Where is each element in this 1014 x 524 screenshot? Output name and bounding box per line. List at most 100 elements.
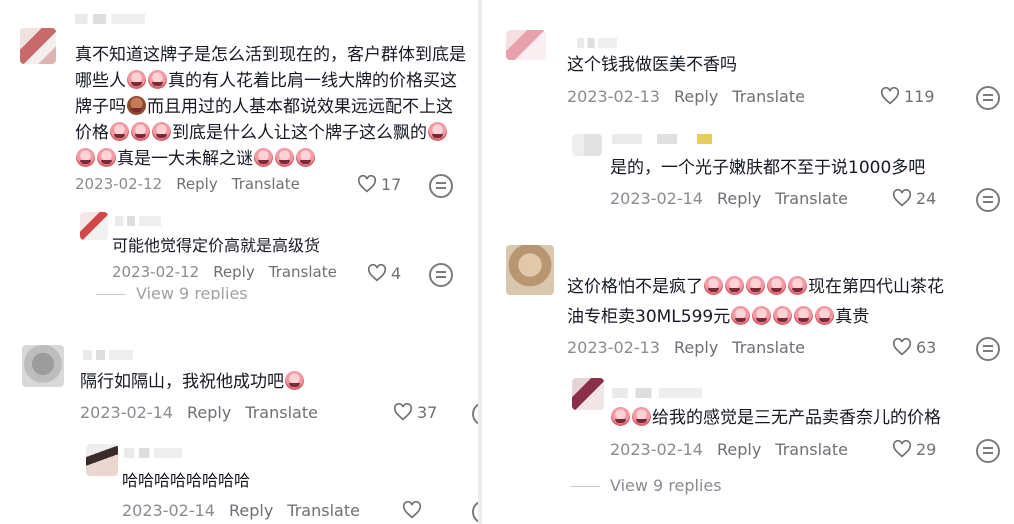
- comment-meta: 2023-02-14 Reply Translate: [80, 403, 332, 422]
- dislike-icon[interactable]: [976, 439, 1000, 463]
- like-button[interactable]: 24: [892, 189, 936, 208]
- comment-text: 隔行如隔山，我祝他成功吧: [80, 369, 305, 395]
- reply-button[interactable]: Reply: [674, 338, 718, 357]
- avatar[interactable]: [506, 30, 546, 60]
- avatar[interactable]: [506, 245, 554, 295]
- like-button[interactable]: 4: [367, 264, 401, 283]
- heart-icon: [402, 501, 422, 519]
- comment-text-part: 真贵: [835, 307, 870, 327]
- view-replies-link[interactable]: View 9 replies: [570, 476, 722, 495]
- comment-date: 2023-02-14: [80, 403, 173, 422]
- translate-button[interactable]: Translate: [732, 87, 805, 106]
- comment-text-part: 到底是什么人让这个牌子这么飘的: [172, 123, 427, 143]
- username-blurred[interactable]: [577, 38, 617, 48]
- comment-line-1: 真不知道这牌子是怎么活到现在的，客户群体到底是: [75, 45, 466, 65]
- crying-emoji-icon: [254, 148, 273, 167]
- comment-meta: 2023-02-12 Reply Translate: [75, 175, 314, 193]
- translate-button[interactable]: Translate: [232, 175, 300, 193]
- avatar[interactable]: [572, 134, 602, 156]
- reply-button[interactable]: Reply: [213, 263, 255, 281]
- translate-button[interactable]: Translate: [732, 338, 805, 357]
- avatar[interactable]: [86, 444, 118, 476]
- crying-emoji-icon: [285, 371, 304, 390]
- like-button[interactable]: 17: [357, 175, 401, 194]
- heart-icon: [357, 175, 377, 193]
- heart-icon: [367, 264, 387, 282]
- username-blurred[interactable]: [612, 134, 712, 144]
- crying-emoji-icon: [110, 122, 129, 141]
- reply-text: 可能他觉得定价高就是高级货: [112, 236, 321, 255]
- reply-button[interactable]: Reply: [717, 189, 761, 208]
- crying-emoji-icon: [611, 407, 630, 426]
- translate-button[interactable]: Translate: [287, 501, 360, 520]
- right-screenshot-panel: 这个钱我做医美不香吗 2023-02-13 Reply Translate 119 …: [482, 0, 1014, 524]
- username-blurred[interactable]: [83, 350, 133, 360]
- avatar[interactable]: [80, 212, 108, 240]
- username-blurred[interactable]: [75, 14, 145, 24]
- crying-emoji-icon: [725, 276, 744, 295]
- like-count: 63: [916, 338, 937, 357]
- avatar[interactable]: [22, 345, 64, 387]
- reply-button[interactable]: Reply: [674, 87, 718, 106]
- avatar[interactable]: [20, 28, 56, 64]
- heart-icon: [892, 189, 912, 207]
- crying-emoji-icon: [767, 276, 786, 295]
- crying-emoji-icon: [752, 306, 772, 325]
- reply-date: 2023-02-14: [610, 440, 703, 459]
- comment-text-part: 真的有人花着比肩一线大牌的价格买这: [168, 71, 457, 91]
- reply-meta: 2023-02-12 Reply Translate: [112, 263, 351, 281]
- translate-button[interactable]: Translate: [775, 189, 848, 208]
- reply-text: 是的，一个光子嫩肤都不至于说1000多吧: [610, 158, 926, 178]
- view-replies-link[interactable]: View 9 replies: [96, 284, 248, 300]
- comment-text-part: 隔行如隔山，我祝他成功吧: [80, 372, 284, 392]
- like-button[interactable]: 29: [892, 440, 936, 459]
- reply-button[interactable]: Reply: [229, 501, 273, 520]
- crying-emoji-icon: [97, 148, 116, 167]
- translate-button[interactable]: Translate: [245, 403, 318, 422]
- username-blurred[interactable]: [115, 216, 161, 226]
- crying-emoji-icon: [632, 407, 651, 426]
- dislike-icon[interactable]: [429, 174, 453, 198]
- reply-button[interactable]: Reply: [187, 403, 231, 422]
- reply-meta: 2023-02-14 Reply Translate: [122, 501, 374, 520]
- comment-text-part: 真是一大未解之谜: [117, 149, 253, 169]
- reply-date: 2023-02-14: [122, 501, 215, 520]
- reply-button[interactable]: Reply: [176, 175, 218, 193]
- like-button[interactable]: 119: [880, 87, 935, 106]
- dislike-icon[interactable]: [976, 86, 1000, 110]
- poop-emoji-icon: [127, 96, 146, 115]
- comment-date: 2023-02-12: [75, 175, 163, 193]
- crying-emoji-icon: [773, 306, 793, 325]
- crying-emoji-icon: [127, 70, 146, 89]
- avatar[interactable]: [572, 378, 604, 410]
- comment-text-part: 牌子吗: [75, 97, 126, 117]
- dislike-icon[interactable]: [976, 188, 1000, 212]
- reply-text: 哈哈哈哈哈哈哈哈: [122, 471, 251, 490]
- comment-meta: 2023-02-13 Reply Translate: [567, 87, 819, 106]
- heart-icon: [892, 440, 912, 458]
- dislike-icon[interactable]: [429, 263, 453, 287]
- like-count: 29: [916, 440, 937, 459]
- username-blurred[interactable]: [612, 388, 702, 398]
- comment-text-part: 价格: [75, 123, 109, 143]
- reply-button[interactable]: Reply: [717, 440, 761, 459]
- like-button[interactable]: 63: [892, 338, 936, 357]
- like-button[interactable]: 37: [393, 403, 437, 422]
- comment-date: 2023-02-13: [567, 338, 660, 357]
- crying-emoji-icon: [76, 148, 95, 167]
- reply-meta: 2023-02-14 Reply Translate: [610, 189, 862, 208]
- heart-icon: [892, 338, 912, 356]
- comment-text-part: 哪些人: [75, 71, 126, 91]
- username-blurred[interactable]: [124, 448, 182, 458]
- crying-emoji-icon: [731, 306, 751, 325]
- like-count: 119: [904, 87, 935, 106]
- translate-button[interactable]: Translate: [775, 440, 848, 459]
- reply-date: 2023-02-14: [610, 189, 703, 208]
- like-button[interactable]: [402, 501, 426, 520]
- dislike-icon[interactable]: [976, 337, 1000, 361]
- comment-text-part: 现在第四代山茶花: [808, 277, 944, 297]
- crying-emoji-icon: [148, 70, 167, 89]
- translate-button[interactable]: Translate: [269, 263, 337, 281]
- like-count: 17: [381, 175, 402, 194]
- reply-meta: 2023-02-14 Reply Translate: [610, 440, 862, 459]
